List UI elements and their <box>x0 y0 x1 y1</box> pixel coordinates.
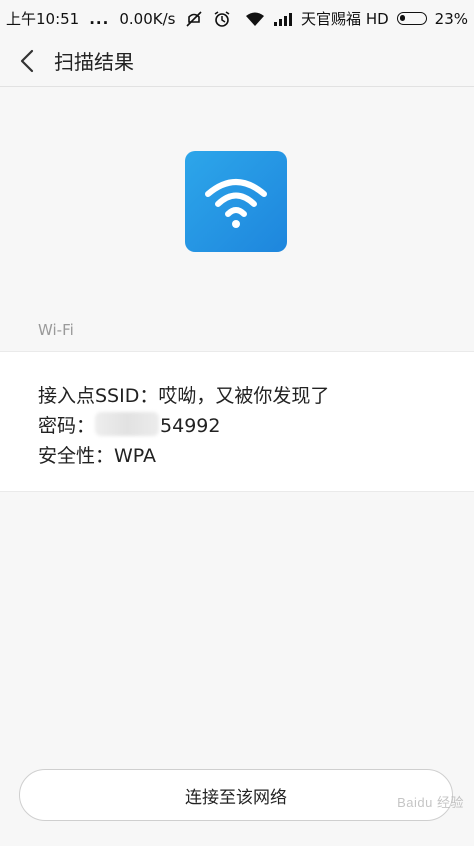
connect-button[interactable]: 连接至该网络 <box>19 769 453 821</box>
status-bar: 上午10:51 ... 0.00K/s 天官赐福 HD 23% <box>0 0 474 34</box>
section-label: Wi-Fi <box>38 321 74 339</box>
password-value: 54992 <box>160 415 221 437</box>
carrier-name: 天官赐福 HD <box>301 10 389 28</box>
password-blur-mask <box>95 412 160 436</box>
status-left: 上午10:51 ... 0.00K/s <box>6 8 231 29</box>
ssid-line: 接入点SSID：哎呦，又被你发现了 <box>38 385 330 407</box>
security-line: 安全性：WPA <box>38 445 157 467</box>
hero-section: Wi-Fi <box>0 87 474 351</box>
status-dots: ... <box>89 9 110 28</box>
battery-percent: 23% <box>434 9 468 28</box>
alarm-icon <box>213 10 231 28</box>
battery-level <box>399 15 405 21</box>
mute-icon <box>185 10 203 28</box>
watermark: Baidu 经验 <box>397 795 464 810</box>
wifi-icon <box>185 151 287 252</box>
result-card: 接入点SSID：哎呦，又被你发现了 密码： 54992 安全性：WPA <box>0 351 474 492</box>
status-speed: 0.00K/s <box>119 9 176 28</box>
signal-icon <box>273 11 293 27</box>
battery-icon <box>396 12 427 25</box>
password-label: 密码： <box>38 415 96 437</box>
password-line: 密码： 54992 <box>38 411 220 438</box>
status-right: 天官赐福 HD 23% <box>245 8 468 29</box>
title-bar: 扫描结果 <box>0 34 474 87</box>
back-arrow-icon[interactable] <box>14 47 42 75</box>
wifi-status-icon <box>245 11 265 27</box>
page-title: 扫描结果 <box>54 50 134 74</box>
status-time: 上午10:51 <box>6 10 80 28</box>
